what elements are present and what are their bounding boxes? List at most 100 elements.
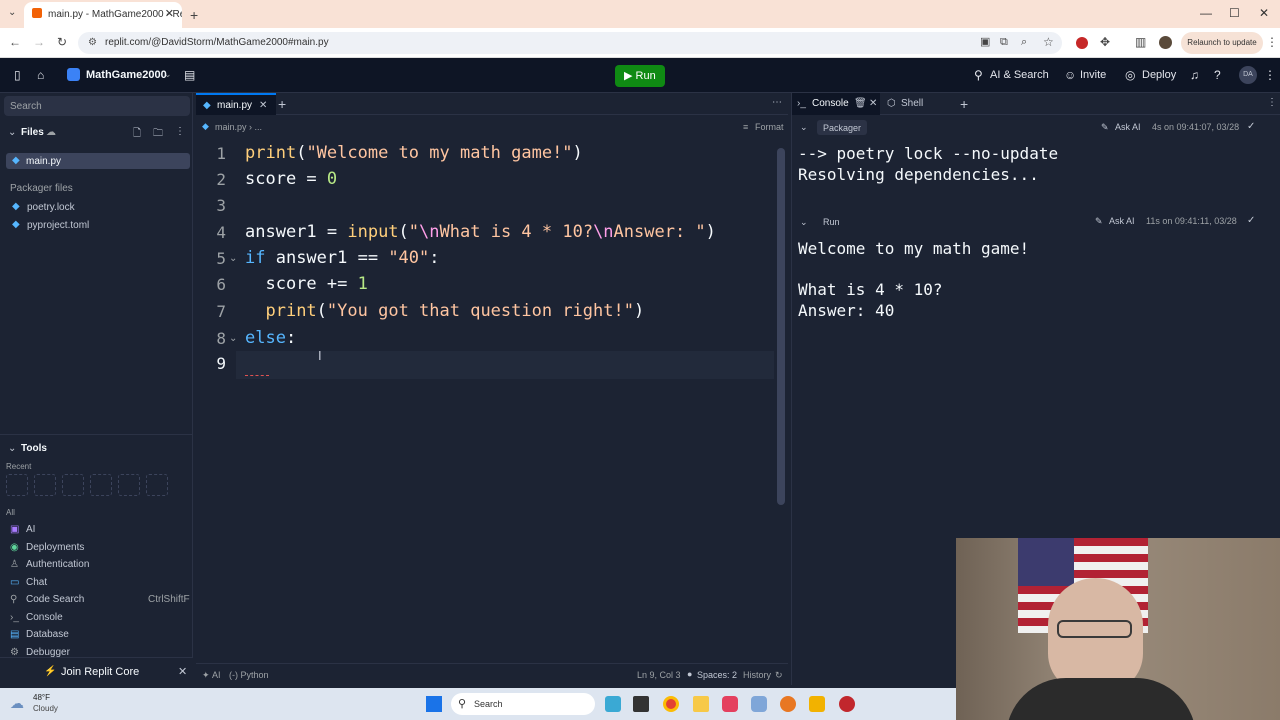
more-menu-icon[interactable]: ⋮ [1264,69,1276,81]
side-panel-icon[interactable]: ▥ [1135,36,1146,48]
cursor-position[interactable]: Ln 9, Col 3 [637,670,681,680]
code-line[interactable]: print("You got that question right!") [245,301,644,321]
replit-favicon-icon [32,8,42,18]
tools-chevron-icon[interactable]: ⌄ [8,443,16,454]
tool-item-debugger[interactable]: Debugger [26,647,70,657]
sidebar-toggle-icon[interactable]: ▯ [14,69,21,81]
history-button[interactable]: History [743,670,771,680]
url-field[interactable]: ⚙ replit.com/@DavidStorm/MathGame2000#ma… [78,32,1062,54]
browser-menu-icon[interactable]: ⋮ [1266,36,1278,48]
run-button[interactable]: ▶ Run [615,65,665,87]
taskbar-app-icon[interactable] [839,696,855,712]
forward-icon[interactable]: → [33,36,45,48]
file-explorer-icon[interactable] [693,696,709,712]
language-status[interactable]: (-) Python [229,670,269,680]
profile-avatar[interactable] [1159,36,1172,49]
close-banner-icon[interactable]: ✕ [178,665,187,678]
tool-item-chat[interactable]: Chat [26,577,47,588]
code-line[interactable]: print("Welcome to my math game!") [245,143,583,163]
format-button[interactable]: Format [755,122,784,132]
tool-item-authentication[interactable]: Authentication [26,559,89,570]
replit-home-icon[interactable]: ⌂ [37,69,44,81]
editor-menu-icon[interactable]: ⋯ [772,97,782,108]
files-header[interactable]: Files [21,127,44,138]
notifications-bell-icon[interactable]: ♫ [1190,69,1199,81]
deploy-button[interactable]: Deploy [1142,69,1176,81]
ai-search-button[interactable]: AI & Search [990,69,1049,81]
help-icon[interactable]: ? [1214,69,1221,81]
bookmark-star-icon[interactable]: ☆ [1043,36,1054,48]
code-line[interactable]: else: [245,328,296,348]
new-tab-icon[interactable]: + [278,96,286,112]
tool-item-console[interactable]: Console [26,612,63,623]
layout-icon[interactable]: ▤ [184,69,195,81]
taskbar-app-icon[interactable] [722,696,738,712]
windows-start-icon[interactable] [426,696,442,712]
tool-item-deployments[interactable]: Deployments [26,542,84,553]
minimize-icon[interactable]: — [1200,6,1212,20]
file-item-poetry-lock[interactable]: poetry.lock [27,202,75,213]
new-folder-icon[interactable]: 🗀 [153,126,163,143]
taskbar-app-icon[interactable] [780,696,796,712]
back-icon[interactable]: ← [9,36,21,48]
clear-console-icon[interactable]: 🗑 [854,98,867,109]
close-window-icon[interactable]: ✕ [1259,6,1269,20]
file-item-pyproject-toml[interactable]: pyproject.toml [27,220,89,231]
fold-chevron-icon[interactable]: ⌄ [229,333,237,344]
tab-shell[interactable]: Shell [901,98,923,109]
invite-button[interactable]: Invite [1080,69,1106,81]
extension-icon[interactable] [1076,37,1088,49]
search-input[interactable]: Search [4,96,190,116]
taskbar-app-icon[interactable] [605,696,621,712]
close-tab-icon[interactable]: ✕ [165,7,174,20]
new-tab-icon[interactable]: + [190,8,198,22]
collapse-packager-icon[interactable]: ⌄ [800,122,808,133]
weather-temp[interactable]: 48°F [33,693,50,702]
chevron-down-icon[interactable]: ⌄ [164,70,172,79]
task-view-icon[interactable] [633,696,649,712]
cast-icon[interactable]: ▣ [980,37,990,48]
tab-menu-icon[interactable]: ⌄ [8,8,16,18]
file-item-main-py[interactable]: ◆ main.py [6,153,190,169]
ask-ai-button[interactable]: Ask AI [1115,122,1141,132]
console-menu-icon[interactable]: ⋮ [1267,97,1277,108]
tab-main-py[interactable]: ◆ main.py ✕ [196,93,276,115]
close-tab-icon[interactable]: ✕ [869,98,877,109]
tools-header[interactable]: Tools [21,443,47,454]
join-core-banner[interactable]: ⚡ Join Replit Core ✕ [0,657,193,685]
files-menu-icon[interactable]: ⋮ [175,126,185,137]
taskbar-app-icon[interactable] [809,696,825,712]
ai-status[interactable]: AI [212,670,221,680]
code-line[interactable]: answer1 = input("\nWhat is 4 * 10?\nAnsw… [245,222,716,242]
screenshot-icon[interactable]: ⧉ [1000,37,1008,48]
user-avatar[interactable]: DA [1239,66,1257,84]
fold-chevron-icon[interactable]: ⌄ [229,253,237,264]
maximize-icon[interactable]: ☐ [1229,6,1240,20]
project-name[interactable]: MathGame2000 [86,69,167,81]
close-tab-icon[interactable]: ✕ [259,100,267,111]
tool-item-ai[interactable]: AI [26,524,35,535]
chrome-icon[interactable] [663,696,679,712]
code-line[interactable]: if answer1 == "40": [245,248,440,268]
taskbar-app-icon[interactable] [751,696,767,712]
new-file-icon[interactable]: 🗋 [133,126,141,143]
editor-scrollbar[interactable] [777,148,785,505]
taskbar-search[interactable]: ⚲ Search [451,693,595,715]
site-info-icon[interactable]: ⚙ [88,37,97,48]
relaunch-button[interactable]: Relaunch to update [1181,32,1263,54]
code-line[interactable]: score = 0 [245,169,337,189]
breadcrumb[interactable]: main.py › ... [215,122,262,132]
tab-console[interactable]: ›_ Console 🗑 ✕ [792,93,880,115]
tool-item-database[interactable]: Database [26,629,69,640]
collapse-run-icon[interactable]: ⌄ [800,217,808,228]
ask-ai-button[interactable]: Ask AI [1109,216,1135,226]
tool-item-code-search[interactable]: Code Search [26,594,84,605]
browser-tab[interactable]: main.py - MathGame2000 - Re ✕ [24,2,182,28]
reload-icon[interactable]: ↻ [57,36,67,48]
code-line[interactable]: score += 1 [245,274,367,294]
extensions-puzzle-icon[interactable]: ✥ [1100,36,1110,48]
zoom-icon[interactable]: ⌕ [1021,37,1027,48]
spaces-setting[interactable]: Spaces: 2 [697,670,737,680]
files-chevron-icon[interactable]: ⌄ [8,127,16,138]
new-tab-icon[interactable]: + [960,96,968,112]
